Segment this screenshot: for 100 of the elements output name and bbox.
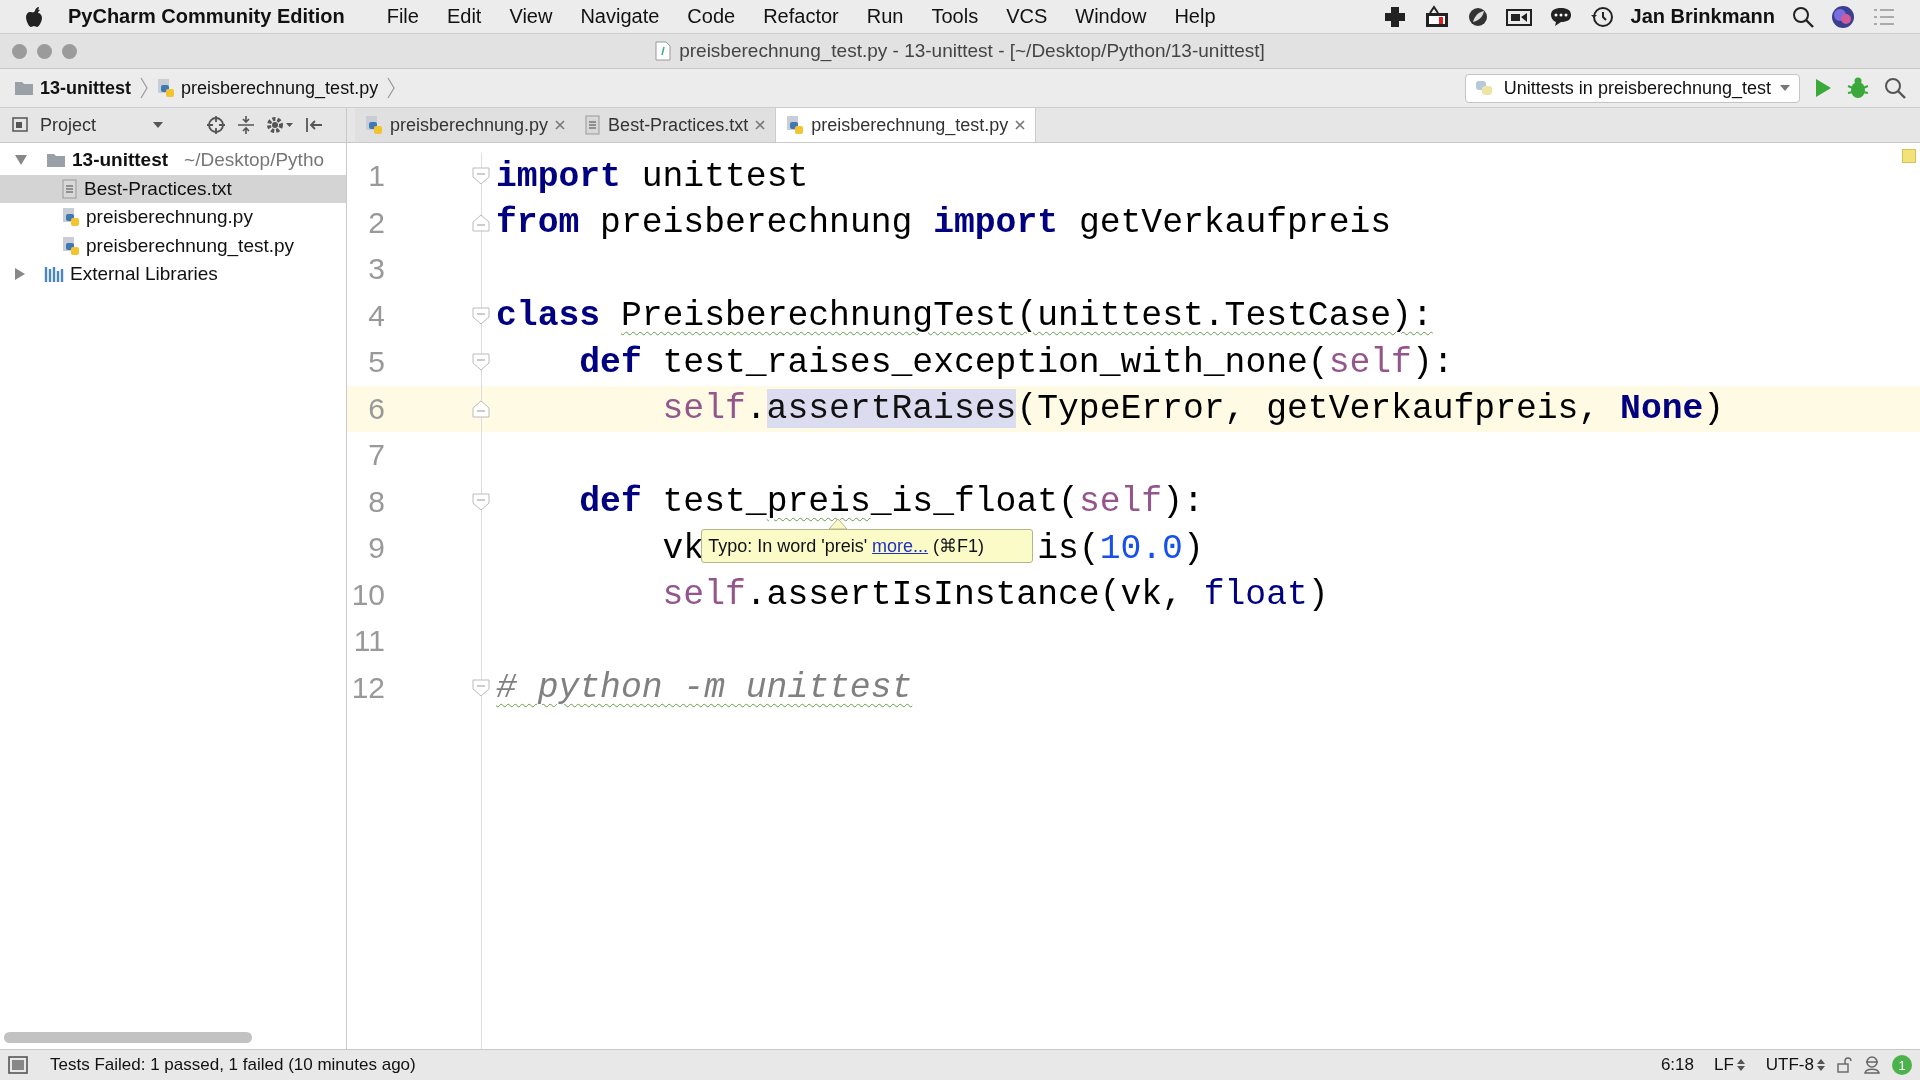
bug-icon[interactable] (1846, 76, 1870, 100)
file-name: preisberechnung.py (86, 206, 253, 229)
editor-tab[interactable]: preisberechnung_test.py (775, 108, 1037, 142)
leaf-icon[interactable] (1466, 5, 1489, 28)
more-link[interactable]: more... (872, 535, 929, 556)
close-icon[interactable] (1015, 120, 1026, 130)
tree-item[interactable]: preisberechnung.py (0, 203, 346, 232)
zoom-button[interactable] (62, 43, 77, 59)
menu-item[interactable]: Run (852, 5, 918, 28)
code-token: is( (1037, 528, 1100, 568)
status-message: Tests Failed: 1 passed, 1 failed (10 minutes ago) (50, 1055, 417, 1075)
line-number: 9 (368, 531, 385, 566)
code-token: assertRaises (766, 389, 1017, 429)
line-number: 8 (368, 484, 385, 519)
caret-position[interactable]: 6:18 (1660, 1055, 1694, 1075)
project-icon (12, 116, 30, 134)
run-icon[interactable] (1814, 77, 1832, 99)
editor-tab[interactable]: Best-Practices.txt (575, 108, 776, 142)
toolbox-icon[interactable] (1423, 4, 1450, 29)
folder-name: 13-unittest (72, 149, 169, 172)
expanded-arrow-icon[interactable] (14, 154, 28, 167)
python-file-icon (62, 207, 80, 228)
code-token: ): (1411, 342, 1454, 382)
close-window-button[interactable] (12, 43, 27, 59)
menu-item[interactable]: Navigate (566, 5, 674, 28)
scrollbar[interactable] (4, 1032, 252, 1043)
file-name: Best-Practices.txt (84, 177, 232, 200)
target-icon[interactable] (206, 115, 227, 135)
code-token: def (579, 482, 642, 522)
line-number: 11 (353, 624, 385, 659)
camera-icon[interactable] (1505, 6, 1532, 27)
code-token: .assertIsInstance(vk, (745, 575, 1184, 615)
pin-left-icon[interactable] (304, 115, 325, 135)
tooltip-pointer-icon (828, 517, 849, 530)
menu-item[interactable]: Code (673, 5, 750, 28)
menu-item[interactable]: Window (1061, 5, 1161, 28)
menu-item[interactable]: File (372, 5, 433, 28)
line-number: 10 (351, 577, 385, 612)
close-icon[interactable] (555, 120, 566, 130)
chevron-icon (386, 76, 397, 100)
code-token: self (1078, 482, 1163, 522)
fold-marker-icon[interactable] (472, 353, 490, 371)
fold-end-marker-icon[interactable] (472, 213, 490, 232)
search-icon[interactable] (1884, 77, 1906, 99)
close-icon[interactable] (755, 120, 766, 130)
breadcrumb[interactable]: preisberechnung_test.py (181, 77, 379, 99)
menu-item[interactable]: VCS (992, 5, 1062, 28)
search-icon[interactable] (1792, 5, 1814, 28)
user-name[interactable]: Jan Brinkmann (1630, 5, 1775, 28)
lock-icon[interactable] (1836, 1057, 1852, 1073)
tree-item[interactable]: 13-unittest ~/Desktop/Pytho (0, 146, 346, 175)
fold-end-marker-icon[interactable] (472, 399, 490, 418)
panel-title[interactable]: Project (40, 114, 97, 136)
tree-item[interactable]: External Libraries (0, 260, 346, 289)
code-token: from (496, 203, 580, 243)
collapsed-arrow-icon[interactable] (14, 267, 26, 282)
orb-icon[interactable] (1831, 4, 1855, 29)
line-separator[interactable]: LF (1714, 1055, 1734, 1075)
app-name[interactable]: PyCharm Community Edition (68, 5, 345, 28)
clock-icon[interactable] (1589, 4, 1614, 29)
code-token: test_raises_exception_with_none( (661, 342, 1329, 382)
plus-icon[interactable] (1382, 4, 1407, 29)
code-token: ): (1162, 482, 1204, 522)
code-token: ) (1703, 389, 1725, 429)
code-token: . (745, 389, 767, 429)
menu-item[interactable]: Tools (917, 5, 993, 28)
line-number: 12 (351, 670, 385, 705)
gear-icon[interactable] (266, 115, 295, 135)
caret-icon[interactable] (152, 121, 165, 129)
chat-bubble-icon[interactable] (1548, 5, 1573, 28)
chevron-icon (139, 76, 149, 100)
code-token: 10.0 (1099, 528, 1183, 568)
file-encoding[interactable]: UTF-8 (1765, 1055, 1814, 1075)
line-number: 4 (368, 298, 385, 333)
code-token: self (662, 389, 746, 429)
fold-marker-icon[interactable] (472, 678, 490, 697)
minimize-button[interactable] (37, 43, 52, 59)
tree-item[interactable]: Best-Practices.txt (0, 174, 346, 203)
menu-item[interactable]: View (495, 5, 567, 28)
code-token: vk (662, 528, 705, 568)
run-configuration-dropdown[interactable]: Unittests in preisberechnung_test (1464, 73, 1800, 103)
fold-marker-icon[interactable] (472, 492, 490, 511)
inspector-icon[interactable] (1862, 1055, 1882, 1075)
menu-item[interactable]: Edit (432, 5, 496, 28)
menu-item[interactable]: Refactor (749, 5, 853, 28)
code-token: class (496, 296, 601, 336)
line-number: 2 (368, 205, 385, 240)
fold-marker-icon[interactable] (472, 306, 490, 325)
breadcrumb[interactable]: 13-unittest (40, 77, 131, 99)
tree-item[interactable]: preisberechnung_test.py (0, 231, 346, 260)
python-file-icon (365, 115, 383, 135)
fold-marker-icon[interactable] (472, 167, 490, 185)
up-down-icon (1816, 1058, 1826, 1072)
code-token: getVerkaufpreis (1077, 203, 1392, 243)
editor-tab[interactable]: preisberechnung.py (355, 108, 576, 142)
collapse-icon[interactable] (236, 115, 257, 135)
menu-item[interactable]: Help (1160, 5, 1230, 28)
line-number: 7 (368, 438, 385, 473)
panel-toggle-icon[interactable] (8, 1056, 28, 1074)
apple-logo-icon[interactable] (24, 5, 44, 28)
